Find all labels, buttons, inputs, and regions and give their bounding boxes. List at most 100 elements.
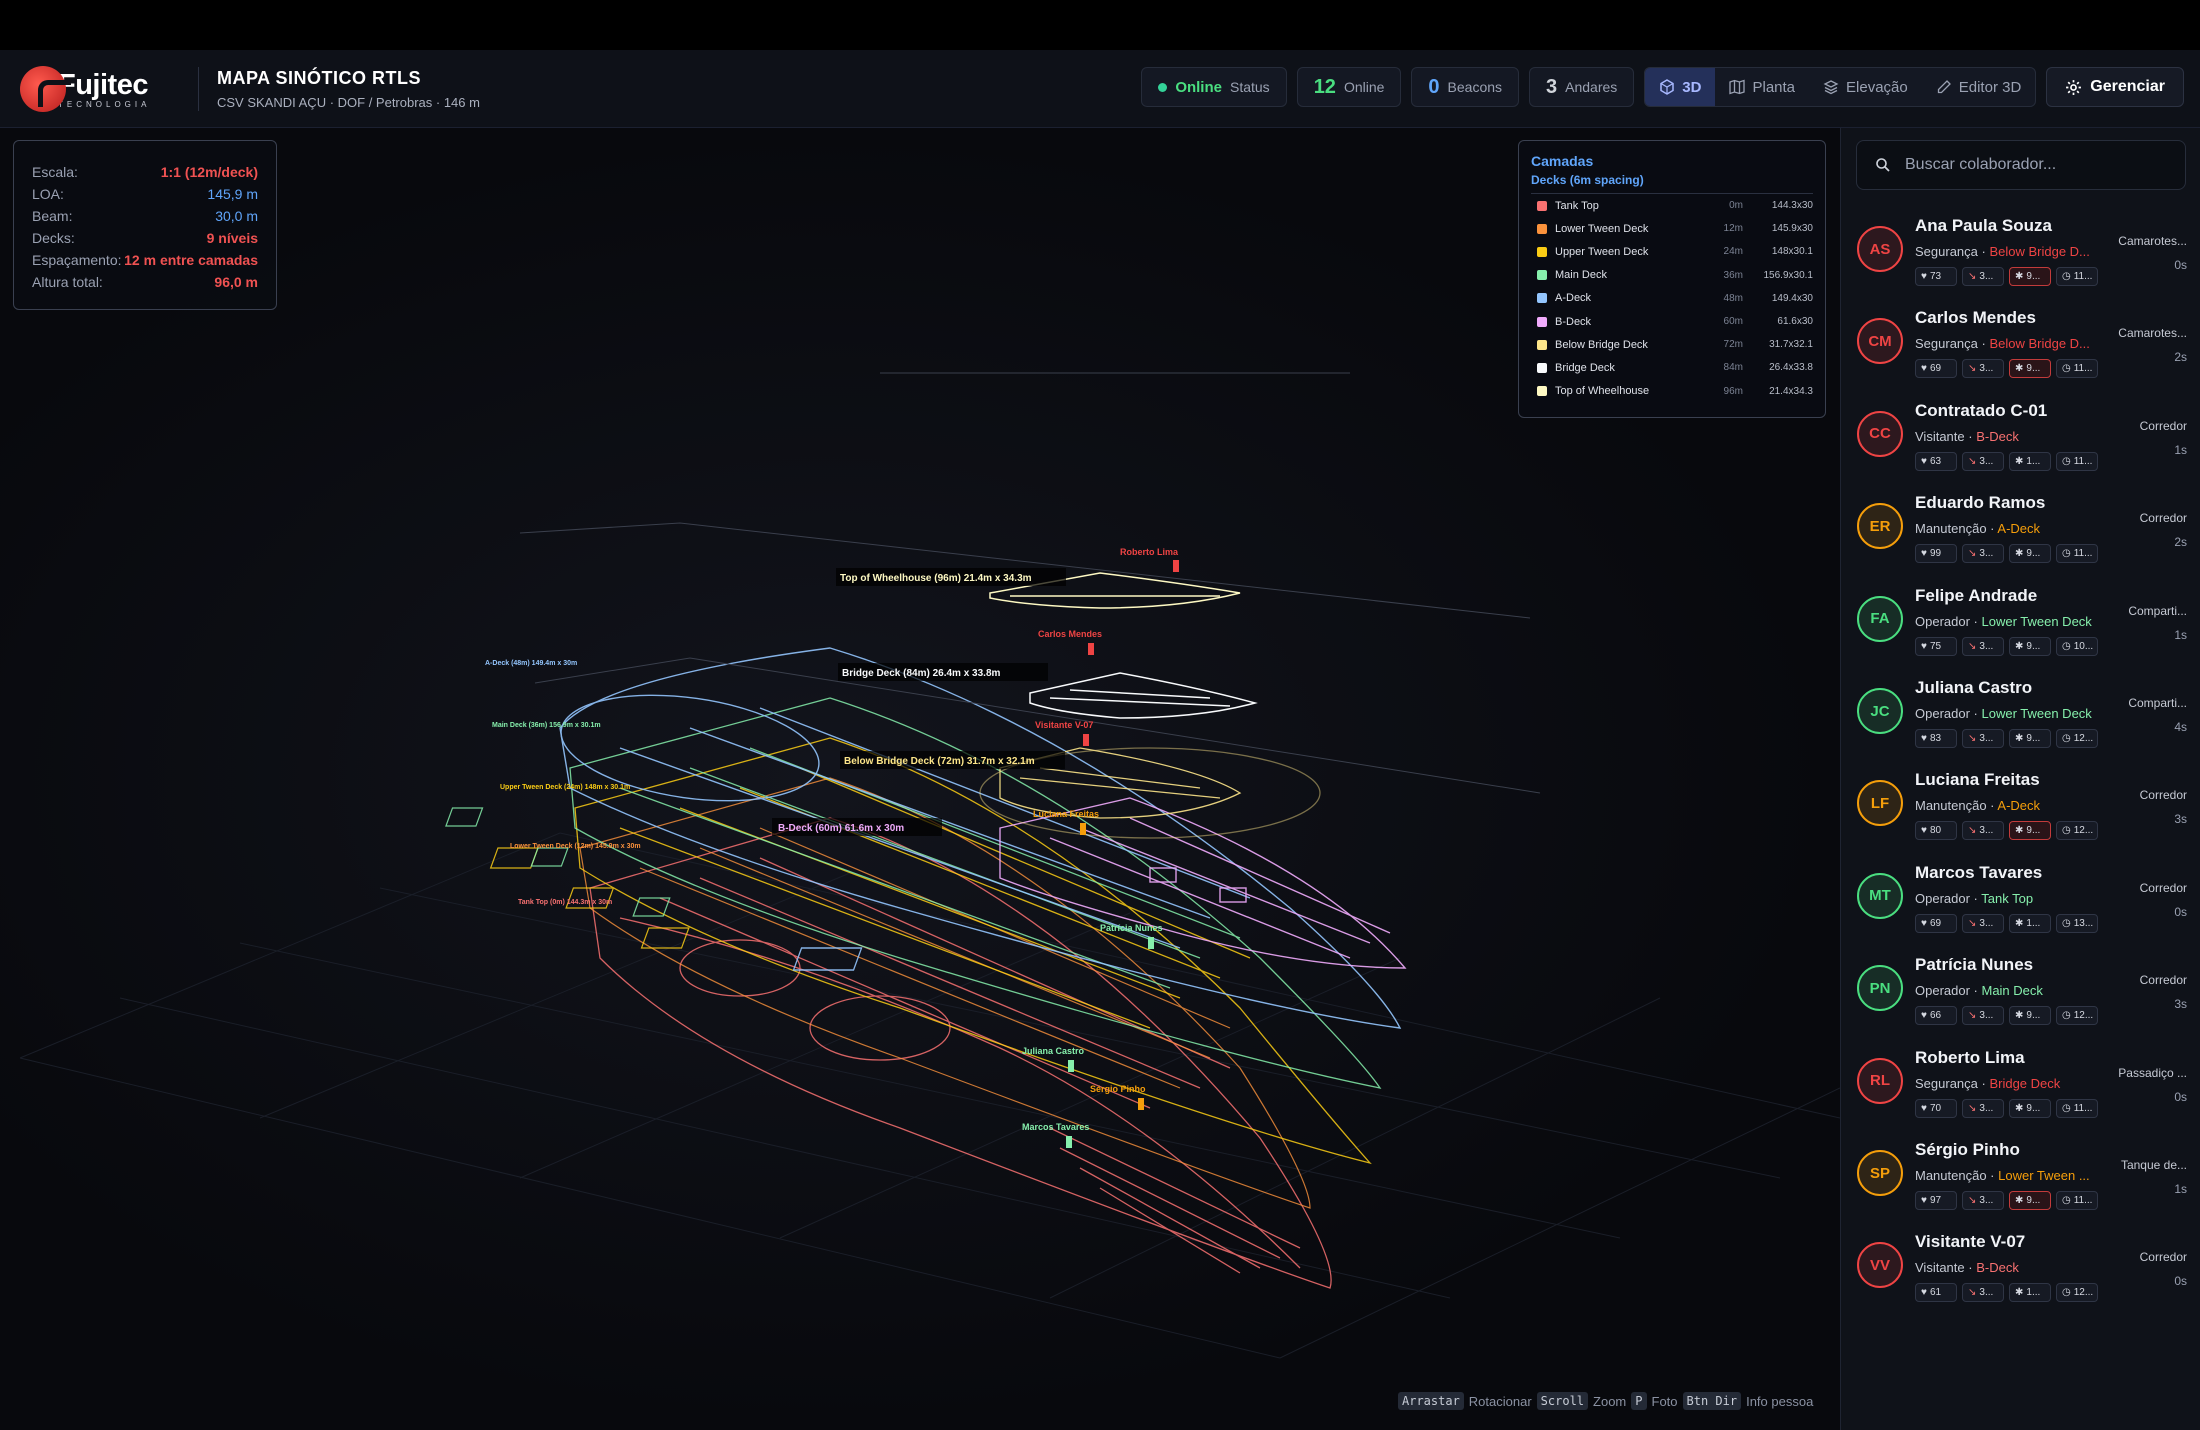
person-deck: Lower Tween ... <box>1998 1168 2090 1183</box>
person-list-item[interactable]: MT Marcos Tavares Operador · Tank Top ♥ 6… <box>1841 851 2200 943</box>
sensor-chip: ↘ 3... <box>1962 451 2004 471</box>
person-name: Roberto Lima <box>1915 1047 2025 1067</box>
clock-chip: ◷ 11... <box>2056 267 2098 286</box>
heart-icon: ♥ <box>1921 1010 1927 1022</box>
layer-item[interactable]: Upper Tween Deck 24m 148x30.1 <box>1531 240 1813 263</box>
heart-rate-chip: ♥ 73 <box>1915 267 1957 286</box>
last-seen-time: 0s <box>2174 258 2187 272</box>
view-3d-button[interactable]: 3D <box>1645 68 1716 106</box>
person-location: Corredor <box>2139 418 2187 433</box>
layer-name: Upper Tween Deck <box>1555 245 1649 258</box>
view-editor-3d-button[interactable]: Editor 3D <box>1922 68 2036 106</box>
person-name: Marcos Tavares <box>1915 862 2043 882</box>
marker-juliana-castro[interactable]: Juliana Castro <box>1022 1046 1085 1072</box>
clock-icon: ◷ <box>2062 1195 2071 1206</box>
svg-text:Luciana Freitas: Luciana Freitas <box>1033 809 1099 819</box>
marker-marcos-tavares[interactable]: Marcos Tavares <box>1022 1122 1089 1148</box>
layer-name: A-Deck <box>1555 292 1592 305</box>
sensor-chip: ↘ 3... <box>1962 1098 2004 1118</box>
heart-icon: ♥ <box>1921 363 1927 375</box>
last-seen-time: 1s <box>2174 442 2187 457</box>
layer-dimensions: 31.7x32.1 <box>1769 339 1813 351</box>
beacons-count: 0 <box>1428 75 1440 98</box>
page-title: MAPA SINÓTICO RTLS <box>217 67 421 88</box>
person-role: Manutenção · A-Deck <box>1915 521 2041 537</box>
online-count-pill: 12 Online <box>1296 67 1402 107</box>
status-value: Online <box>1175 78 1222 96</box>
person-role: Operador · Main Deck <box>1915 983 2043 999</box>
header-divider <box>198 66 199 111</box>
gear-small-icon: ✱ <box>2015 1102 2024 1114</box>
layer-item[interactable]: Bridge Deck 84m 26.4x33.8 <box>1531 356 1813 379</box>
view-plan-button[interactable]: Planta <box>1715 68 1809 106</box>
heart-rate-chip: ♥ 83 <box>1915 729 1957 748</box>
clock-icon: ◷ <box>2062 271 2071 282</box>
deck-upper-tween <box>489 737 1372 1165</box>
person-list-item[interactable]: LF Luciana Freitas Manutenção · A-Deck ♥… <box>1841 758 2200 850</box>
person-list-item[interactable]: AS Ana Paula Souza Segurança · Below Bri… <box>1841 204 2200 296</box>
layers-title: Camadas <box>1531 153 1594 169</box>
person-location: Corredor <box>2139 511 2187 526</box>
gas-chip: ✱ 9... <box>2009 636 2051 656</box>
layer-item[interactable]: Lower Tween Deck 12m 145.9x30 <box>1531 217 1813 240</box>
clock-chip: ◷ 11... <box>2056 359 2098 379</box>
deck-bridge <box>1029 672 1258 719</box>
avatar: PN <box>1857 965 1903 1012</box>
person-list-item[interactable]: PN Patrícia Nunes Operador · Main Deck ♥… <box>1841 943 2200 1035</box>
clock-chip: ◷ 12... <box>2056 1283 2098 1303</box>
marker-roberto-lima[interactable]: Roberto Lima <box>1120 547 1179 572</box>
layer-item[interactable]: Main Deck 36m 156.9x30.1 <box>1531 264 1813 287</box>
layer-elevation: 36m <box>1723 269 1743 281</box>
person-list-item[interactable]: SP Sérgio Pinho Manutenção · Lower Tween… <box>1841 1128 2200 1220</box>
sensor-chip: ↘ 3... <box>1962 1191 2004 1210</box>
view-3d-label: 3D <box>1682 78 1702 96</box>
layer-elevation: 24m <box>1723 246 1743 258</box>
avatar: MT <box>1857 872 1903 919</box>
brand-logo[interactable]: Fujitec TECNOLOGIA <box>20 65 180 112</box>
layer-item[interactable]: Below Bridge Deck 72m 31.7x32.1 <box>1531 333 1813 356</box>
person-list-item[interactable]: CM Carlos Mendes Segurança · Below Bridg… <box>1841 296 2200 388</box>
layer-name: Bridge Deck <box>1555 361 1615 374</box>
search-input[interactable] <box>1905 156 2175 174</box>
person-list-item[interactable]: ER Eduardo Ramos Manutenção · A-Deck ♥ 99… <box>1841 481 2200 573</box>
person-name: Visitante V-07 <box>1915 1232 2026 1252</box>
last-seen-time: 0s <box>2174 1089 2187 1104</box>
person-location: Corredor <box>2139 880 2187 895</box>
manage-button[interactable]: Gerenciar <box>2046 67 2184 107</box>
svg-text:Marcos Tavares: Marcos Tavares <box>1022 1122 1089 1132</box>
tool-icon: ↘ <box>1968 917 1977 929</box>
person-name: Felipe Andrade <box>1915 585 2038 605</box>
person-list-item[interactable]: RL Roberto Lima Segurança · Bridge Deck … <box>1841 1036 2200 1128</box>
view-elevation-button[interactable]: Elevação <box>1809 68 1922 106</box>
layer-item[interactable]: Top of Wheelhouse 96m 21.4x34.3 <box>1531 380 1813 403</box>
layer-item[interactable]: Tank Top 0m 144.3x30 <box>1531 194 1813 217</box>
person-list-item[interactable]: VV Visitante V-07 Visitante · B-Deck ♥ 61… <box>1841 1220 2200 1312</box>
svg-text:Juliana Castro: Juliana Castro <box>1022 1046 1085 1056</box>
people-sidebar: AS Ana Paula Souza Segurança · Below Bri… <box>1840 128 2200 1430</box>
sensor-chip: ↘ 3... <box>1962 544 2004 564</box>
info-row-spacing: Espaçamento: 12 m entre camadas <box>32 252 258 268</box>
tool-icon: ↘ <box>1968 363 1977 375</box>
person-list-item[interactable]: CC Contratado C-01 Visitante · B-Deck ♥ 6… <box>1841 389 2200 481</box>
sensor-chip: ↘ 3... <box>1962 1006 2004 1026</box>
last-seen-time: 1s <box>2174 1182 2187 1196</box>
gear-small-icon: ✱ <box>2015 1010 2024 1022</box>
controls-help: Arrastar Rotacionar Scroll Zoom P Foto Btn … <box>1398 1392 1813 1410</box>
person-list-item[interactable]: FA Felipe Andrade Operador · Lower Tween… <box>1841 574 2200 666</box>
tool-icon: ↘ <box>1968 1102 1977 1114</box>
search-box <box>1856 140 2186 190</box>
sensor-chip: ↘ 3... <box>1962 1283 2004 1303</box>
tool-icon: ↘ <box>1968 640 1977 652</box>
layer-item[interactable]: B-Deck 60m 61.6x30 <box>1531 310 1813 333</box>
marker-visitante-v07[interactable]: Visitante V-07 <box>1035 720 1093 746</box>
layer-elevation: 12m <box>1723 223 1743 235</box>
cube-3d-icon <box>1660 79 1675 95</box>
gear-small-icon: ✱ <box>2015 363 2024 375</box>
marker-patricia-nunes[interactable]: Patrícia Nunes <box>1100 923 1163 949</box>
marker-carlos-mendes[interactable]: Carlos Mendes <box>1038 629 1102 655</box>
layer-color-swatch <box>1537 200 1547 211</box>
svg-text:Roberto Lima: Roberto Lima <box>1120 547 1179 557</box>
person-list-item[interactable]: JC Juliana Castro Operador · Lower Tween… <box>1841 666 2200 758</box>
marker-sergio-pinho[interactable]: Sérgio Pinho <box>1090 1084 1146 1110</box>
layer-item[interactable]: A-Deck 48m 149.4x30 <box>1531 287 1813 310</box>
